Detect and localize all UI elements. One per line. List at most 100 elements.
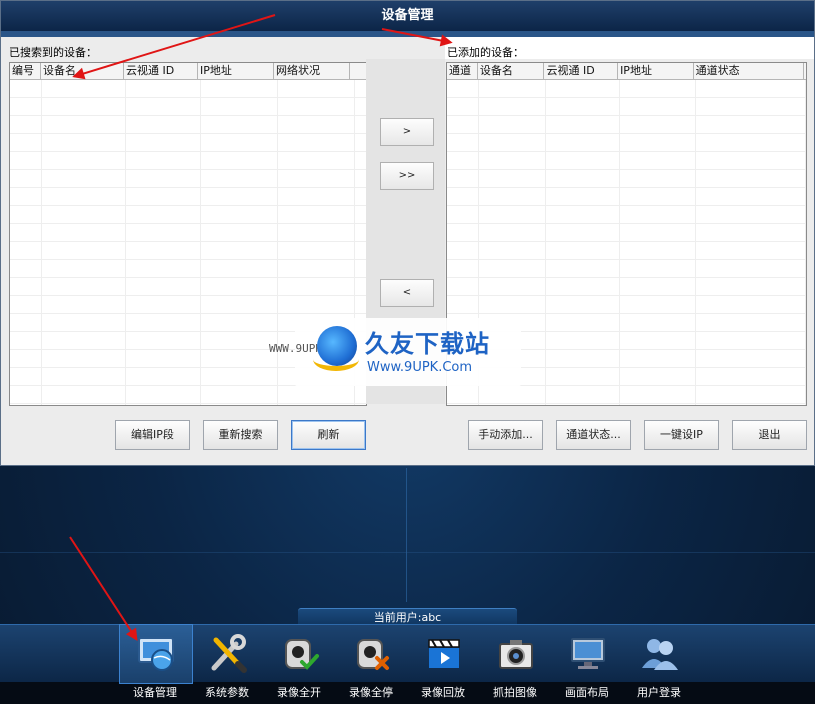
table-row[interactable] bbox=[447, 152, 806, 170]
table-cell bbox=[126, 368, 201, 385]
manual-add-button[interactable]: 手动添加... bbox=[468, 420, 543, 450]
column-header[interactable]: 网络状况 bbox=[274, 63, 350, 79]
table-cell bbox=[479, 98, 546, 115]
toolbar-screen-layout[interactable]: 画面布局 bbox=[551, 624, 623, 704]
add-all-button[interactable]: >> bbox=[380, 162, 434, 190]
table-row[interactable] bbox=[447, 242, 806, 260]
table-cell bbox=[278, 206, 355, 223]
table-cell bbox=[546, 314, 620, 331]
table-cell bbox=[278, 170, 355, 187]
table-cell bbox=[42, 386, 126, 403]
table-cell bbox=[201, 98, 278, 115]
table-cell bbox=[201, 224, 278, 241]
table-row[interactable] bbox=[447, 278, 806, 296]
table-row[interactable] bbox=[10, 242, 366, 260]
table-cell bbox=[126, 224, 201, 241]
table-row[interactable] bbox=[10, 152, 366, 170]
table-row[interactable] bbox=[10, 404, 366, 405]
table-row[interactable] bbox=[447, 98, 806, 116]
table-row[interactable] bbox=[10, 98, 366, 116]
table-cell bbox=[546, 80, 620, 97]
table-row[interactable] bbox=[10, 296, 366, 314]
table-row[interactable] bbox=[10, 80, 366, 98]
table-row[interactable] bbox=[10, 386, 366, 404]
table-cell bbox=[479, 278, 546, 295]
table-row[interactable] bbox=[447, 80, 806, 98]
one-key-set-ip-button[interactable]: 一键设IP bbox=[644, 420, 719, 450]
column-header[interactable]: 编号 bbox=[10, 63, 41, 79]
table-cell bbox=[479, 134, 546, 151]
refresh-button[interactable]: 刷新 bbox=[291, 420, 366, 450]
column-header[interactable]: 云视通 ID bbox=[544, 63, 619, 79]
table-row[interactable] bbox=[447, 260, 806, 278]
table-cell bbox=[546, 260, 620, 277]
table-cell bbox=[546, 332, 620, 349]
column-header[interactable]: 通道状态 bbox=[694, 63, 805, 79]
channel-status-button[interactable]: 通道状态... bbox=[556, 420, 631, 450]
table-row[interactable] bbox=[10, 170, 366, 188]
table-cell bbox=[10, 314, 42, 331]
table-cell bbox=[10, 242, 42, 259]
table-row[interactable] bbox=[10, 134, 366, 152]
table-row[interactable] bbox=[447, 134, 806, 152]
table-row[interactable] bbox=[10, 116, 366, 134]
monitor-icon bbox=[571, 638, 605, 669]
table-cell bbox=[696, 80, 806, 97]
table-row[interactable] bbox=[10, 278, 366, 296]
column-header[interactable]: IP地址 bbox=[198, 63, 274, 79]
table-cell bbox=[42, 278, 126, 295]
table-row[interactable] bbox=[447, 116, 806, 134]
table-row[interactable] bbox=[447, 386, 806, 404]
table-cell bbox=[620, 98, 696, 115]
toolbar-record-all-off[interactable]: 录像全停 bbox=[335, 624, 407, 704]
toolbar-user-login[interactable]: 用户登录 bbox=[623, 624, 695, 704]
table-row[interactable] bbox=[10, 224, 366, 242]
column-header[interactable]: 云视通 ID bbox=[124, 63, 198, 79]
toolbar-snapshot[interactable]: 抓拍图像 bbox=[479, 624, 551, 704]
column-header[interactable]: IP地址 bbox=[618, 63, 694, 79]
table-row[interactable] bbox=[10, 206, 366, 224]
table-cell bbox=[42, 350, 126, 367]
research-button[interactable]: 重新搜索 bbox=[203, 420, 278, 450]
table-cell bbox=[278, 116, 355, 133]
table-cell bbox=[620, 404, 696, 405]
table-cell bbox=[10, 80, 42, 97]
table-row[interactable] bbox=[447, 206, 806, 224]
remove-selected-button[interactable]: < bbox=[380, 279, 434, 307]
table-cell bbox=[126, 260, 201, 277]
table-row[interactable] bbox=[447, 188, 806, 206]
table-cell bbox=[42, 260, 126, 277]
toolbar-label: 设备管理 bbox=[133, 686, 177, 699]
table-cell bbox=[126, 350, 201, 367]
column-header[interactable]: 设备名 bbox=[478, 63, 545, 79]
table-cell bbox=[447, 224, 479, 241]
table-row[interactable] bbox=[447, 170, 806, 188]
table-row[interactable] bbox=[447, 296, 806, 314]
table-cell bbox=[696, 116, 806, 133]
column-header[interactable]: 通道 bbox=[447, 63, 478, 79]
table-cell bbox=[10, 98, 42, 115]
table-cell bbox=[201, 242, 278, 259]
table-cell bbox=[126, 152, 201, 169]
toolbar-record-all-on[interactable]: 录像全开 bbox=[263, 624, 335, 704]
column-header-filler bbox=[350, 63, 366, 79]
searched-devices-label: 已搜索到的设备： bbox=[9, 46, 97, 59]
toolbar-record-playback[interactable]: 录像回放 bbox=[407, 624, 479, 704]
table-row[interactable] bbox=[447, 404, 806, 405]
table-cell bbox=[278, 242, 355, 259]
edit-ip-range-button[interactable]: 编辑IP段 bbox=[115, 420, 190, 450]
toolbar-system-params[interactable]: 系统参数 bbox=[191, 624, 263, 704]
table-row[interactable] bbox=[10, 188, 366, 206]
table-cell bbox=[126, 134, 201, 151]
add-selected-button[interactable]: > bbox=[380, 118, 434, 146]
table-cell bbox=[10, 260, 42, 277]
table-row[interactable] bbox=[10, 260, 366, 278]
table-cell bbox=[620, 260, 696, 277]
table-row[interactable] bbox=[447, 224, 806, 242]
table-cell bbox=[546, 98, 620, 115]
table-cell bbox=[479, 116, 546, 133]
table-cell bbox=[42, 116, 126, 133]
table-cell bbox=[278, 296, 355, 313]
table-cell bbox=[546, 134, 620, 151]
exit-button[interactable]: 退出 bbox=[732, 420, 807, 450]
